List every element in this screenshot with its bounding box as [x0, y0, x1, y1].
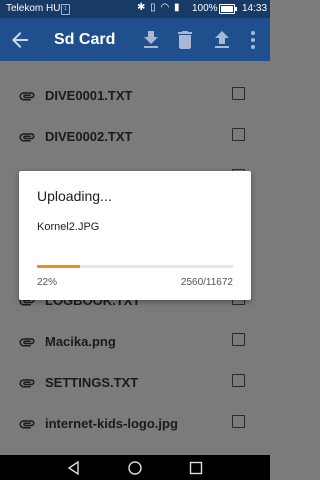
clock: 14:33 [242, 3, 268, 14]
battery-icon [219, 4, 237, 14]
more-options-icon[interactable] [241, 28, 265, 52]
uploading-file-name: Kornel2.JPG [37, 221, 100, 233]
battery-percentage: 100% [192, 3, 218, 14]
file-name: internet-kids-logo.jpg [45, 416, 178, 431]
attachment-icon [19, 338, 35, 347]
dialog-title: Uploading... [37, 188, 112, 204]
file-name: DIVE0001.TXT [45, 88, 133, 103]
back-triangle-icon[interactable] [66, 460, 82, 476]
navigation-bar [0, 455, 270, 480]
file-row[interactable]: DIVE0002.TXT [0, 117, 270, 158]
file-row[interactable]: internet-kids-logo.jpg [0, 404, 270, 445]
file-row[interactable]: Macika.png [0, 322, 270, 363]
system-status-icons: ✱ ▯ ◠ ▮ [137, 2, 181, 13]
progress-percentage: 22% [37, 277, 58, 288]
file-checkbox[interactable] [232, 128, 245, 141]
file-name: SETTINGS.TXT [45, 375, 139, 390]
attachment-icon [19, 92, 35, 101]
delete-icon[interactable] [173, 28, 197, 52]
attachment-icon [19, 420, 35, 429]
recents-square-icon[interactable] [188, 460, 204, 476]
upload-progress-dialog: Uploading... Kornel2.JPG 22% 2560/11672 [19, 171, 251, 300]
download-icon[interactable] [139, 28, 163, 52]
attachment-icon [19, 133, 35, 142]
carrier-label: Telekom HU [6, 3, 61, 14]
file-checkbox[interactable] [232, 415, 245, 428]
file-name: DIVE0002.TXT [45, 129, 133, 144]
file-checkbox[interactable] [232, 87, 245, 100]
back-arrow-icon[interactable] [8, 28, 32, 52]
status-bar: Telekom HU 1 ✱ ▯ ◠ ▮ 100% 14:33 [0, 0, 270, 18]
file-name: Macika.png [45, 334, 116, 349]
sim-icon: 1 [61, 4, 70, 15]
home-circle-icon[interactable] [127, 460, 143, 476]
progress-count: 2560/11672 [180, 277, 233, 288]
file-checkbox[interactable] [232, 333, 245, 346]
attachment-icon [19, 379, 35, 388]
file-row[interactable]: DIVE0001.TXT [0, 76, 270, 117]
file-row[interactable]: SETTINGS.TXT [0, 363, 270, 404]
upload-icon[interactable] [210, 28, 234, 52]
file-checkbox[interactable] [232, 374, 245, 387]
app-bar: Sd Card [0, 18, 270, 61]
page-title: Sd Card [54, 31, 116, 48]
progress-bar [37, 265, 233, 268]
progress-bar-fill [37, 265, 81, 268]
